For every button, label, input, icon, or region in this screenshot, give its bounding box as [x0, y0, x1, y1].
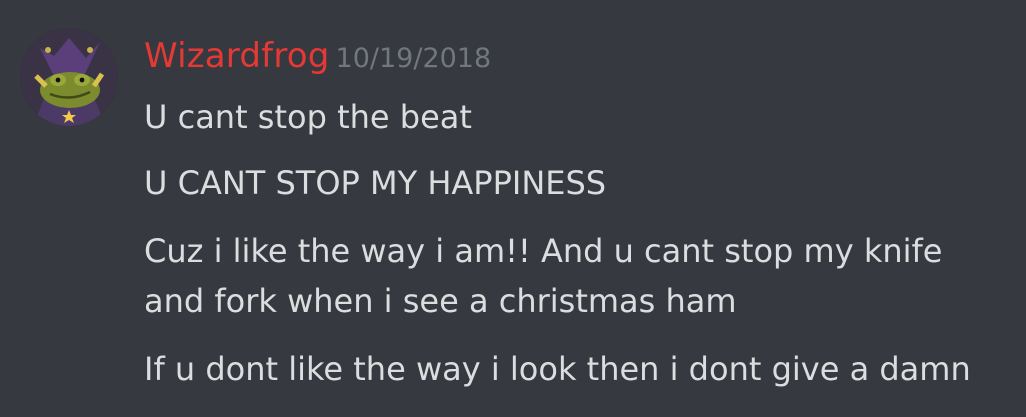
username[interactable]: Wizardfrog	[144, 36, 330, 76]
message-header: Wizardfrog 10/19/2018	[144, 34, 491, 78]
message-line-1: U cant stop the beat	[144, 98, 472, 136]
message-line-3: Cuz i like the way i am!! And u cant sto…	[144, 232, 943, 270]
message-line-2: U CANT STOP MY HAPPINESS	[144, 164, 607, 202]
message-line-3-continued: and fork when i see a christmas ham	[144, 282, 737, 320]
message-group: Wizardfrog 10/19/2018 U cant stop the bea…	[0, 0, 1026, 417]
message-line-4: If u dont like the way i look then i don…	[144, 350, 971, 388]
user-avatar[interactable]	[20, 28, 118, 126]
timestamp: 10/19/2018	[335, 43, 492, 74]
frog-wizard-avatar-icon	[20, 28, 118, 126]
